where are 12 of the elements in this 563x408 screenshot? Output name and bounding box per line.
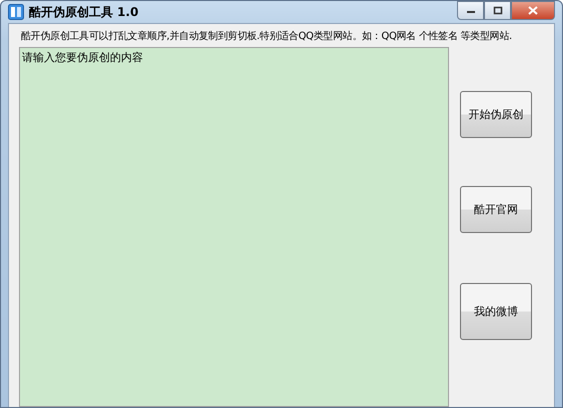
minimize-button[interactable]	[457, 1, 484, 20]
app-icon	[8, 4, 24, 20]
maximize-icon	[492, 6, 502, 15]
window-title: 酷开伪原创工具 1.0	[29, 4, 138, 20]
close-button[interactable]	[511, 1, 555, 20]
description-text: 酷开伪原创工具可以打乱文章顺序,并自动复制到剪切板.特别适合QQ类型网站。如：QQ网名 个性签名 等类型网站.	[21, 30, 512, 43]
close-icon	[528, 6, 538, 15]
content-textarea[interactable]: 请输入您要伪原创的内容	[19, 47, 449, 407]
action-button[interactable]: 酷开官网	[460, 186, 532, 233]
action-button[interactable]: 开始伪原创	[460, 91, 532, 138]
action-button[interactable]: 我的微博	[460, 283, 532, 340]
maximize-button[interactable]	[484, 1, 511, 20]
